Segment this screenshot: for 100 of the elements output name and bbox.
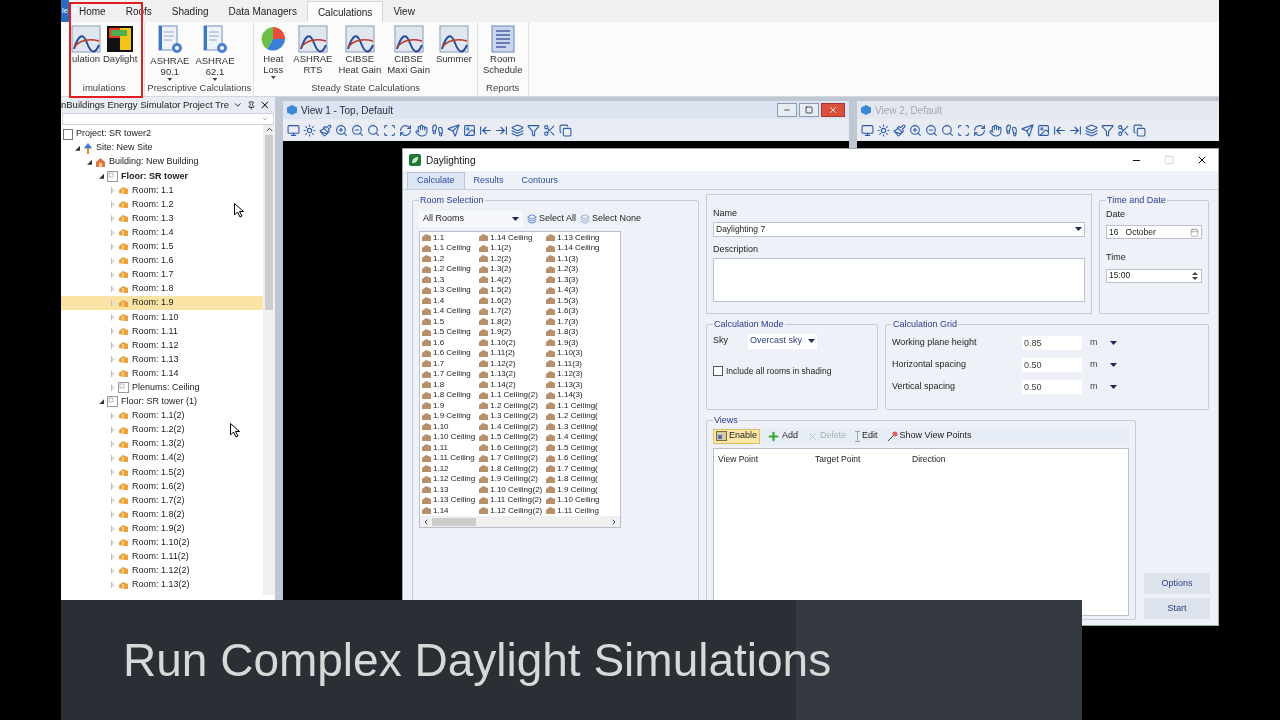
tree-item[interactable]: Room: 1.10 <box>61 310 263 325</box>
room-list-item[interactable]: 1.14 <box>422 505 476 516</box>
tree-item[interactable]: Room: 1.12(2) <box>61 563 263 578</box>
rotate-icon[interactable] <box>973 123 986 137</box>
room-list-item[interactable]: 1.7(3) <box>546 316 600 327</box>
dialog-button[interactable]: Options <box>1144 573 1210 594</box>
tree-item[interactable]: Floor: SR tower <box>61 169 263 184</box>
views-toolbar-button[interactable]: Edit <box>853 428 880 444</box>
paper-plane-icon[interactable] <box>1021 123 1034 137</box>
room-list-item[interactable]: 1.4 <box>422 295 476 306</box>
ribbon-button[interactable]: CIBSE Maxi Gain <box>384 25 433 75</box>
filter-icon[interactable] <box>527 123 540 137</box>
room-list-item[interactable]: 1.1(3) <box>546 253 600 264</box>
ribbon-button[interactable]: ASHRAE 90.1 <box>147 25 193 81</box>
room-list-item[interactable]: 1.4 Ceiling( <box>546 432 600 443</box>
tree-item[interactable]: Room: 1.13(2) <box>61 578 263 593</box>
value-field[interactable]: 0.50 <box>1022 379 1082 394</box>
room-list-item[interactable]: 1.12(3) <box>546 369 600 380</box>
room-list-item[interactable]: 1.3 Ceiling <box>422 285 476 296</box>
paper-plane-icon[interactable] <box>447 123 460 137</box>
room-list-item[interactable]: 1.2 <box>422 253 476 264</box>
search-icon[interactable] <box>941 123 954 137</box>
room-list-item[interactable]: 1.11 <box>422 442 476 453</box>
tree-item[interactable]: Room: 1.9(2) <box>61 521 263 536</box>
spinner-icon[interactable] <box>1191 270 1199 281</box>
dialog-button[interactable]: Start <box>1144 598 1210 619</box>
tree-item[interactable]: Room: 1.12 <box>61 338 263 353</box>
room-list-item[interactable]: 1.5 <box>422 316 476 327</box>
room-list-item[interactable]: 1.9 Ceiling( <box>546 484 600 495</box>
select-none-button[interactable]: Select None <box>580 211 642 226</box>
room-list-item[interactable]: 1.8 Ceiling <box>422 390 476 401</box>
ribbon-tab[interactable]: Data Managers <box>218 1 307 22</box>
tree-item[interactable]: Project: SR tower2 <box>61 127 263 142</box>
ribbon-button[interactable]: Heat Loss <box>256 25 291 79</box>
tree-item[interactable]: Room: 1.10(2) <box>61 535 263 550</box>
room-list-item[interactable]: 1.4 Ceiling(2) <box>479 421 543 432</box>
tree-item[interactable]: Room: 1.11(2) <box>61 549 263 564</box>
date-field[interactable]: 16 October <box>1106 225 1202 239</box>
column-header[interactable]: View Point <box>718 452 815 466</box>
scroll-up-icon[interactable] <box>264 125 274 134</box>
room-list-item[interactable]: 1.13 Ceiling <box>422 495 476 506</box>
tree-item[interactable]: Room: 1.6(2) <box>61 479 263 494</box>
room-list-item[interactable]: 1.10 Ceiling <box>422 432 476 443</box>
zoom-in-icon[interactable] <box>909 123 922 137</box>
column-header[interactable]: Direction <box>912 452 1009 466</box>
room-list-item[interactable]: 1.7 Ceiling( <box>546 463 600 474</box>
rooms-filter-dropdown[interactable]: All Rooms <box>419 210 523 227</box>
tree-item[interactable]: Floor: SR tower (1) <box>61 394 263 409</box>
scan-icon[interactable] <box>957 123 970 137</box>
ribbon-button[interactable]: Summer <box>432 25 475 64</box>
tree-item[interactable]: Room: 1.11 <box>61 324 263 339</box>
room-list-item[interactable]: 1.2 Ceiling(2) <box>479 400 543 411</box>
sun-icon[interactable] <box>877 123 890 137</box>
room-list-item[interactable]: 1.14 Ceiling <box>546 243 600 254</box>
room-list-item[interactable]: 1.14 Ceiling <box>479 232 543 243</box>
room-list-item[interactable]: 1.9 <box>422 400 476 411</box>
room-list-item[interactable]: 1.8 Ceiling(2) <box>479 463 543 474</box>
close-button[interactable] <box>821 103 845 117</box>
arrow-right-icon[interactable] <box>1069 123 1082 137</box>
layers-icon[interactable] <box>1085 123 1098 137</box>
scroll-left-icon[interactable] <box>422 517 430 526</box>
tree-item[interactable]: Room: 1.7 <box>61 267 263 283</box>
room-list-item[interactable]: 1.14(2) <box>479 379 543 390</box>
ribbon-button[interactable]: ASHRAE RTS <box>290 25 336 75</box>
room-list-item[interactable]: 1.14(3) <box>546 390 600 401</box>
room-list-item[interactable]: 1.5 Ceiling(2) <box>479 432 543 443</box>
file-tab[interactable]: le <box>61 0 69 22</box>
room-list-item[interactable]: 1.5(3) <box>546 295 600 306</box>
room-list-item[interactable]: 1.2(2) <box>479 253 543 264</box>
image-icon[interactable] <box>1037 123 1050 137</box>
room-list-item[interactable]: 1.1(2) <box>479 243 543 254</box>
close-icon[interactable] <box>259 99 271 111</box>
value-field[interactable]: 0.85 <box>1022 335 1082 350</box>
views-toolbar-button[interactable]: Enable <box>713 428 761 444</box>
tree-item[interactable]: Room: 1.2 <box>61 197 263 212</box>
tree-item[interactable]: Site: New Site <box>61 141 263 156</box>
filter-icon[interactable] <box>1101 123 1114 137</box>
ribbon-button[interactable]: CIBSE Heat Gain <box>335 25 385 75</box>
copy-icon[interactable] <box>559 123 572 137</box>
zoom-in-icon[interactable] <box>335 123 348 137</box>
select-all-button[interactable]: Select All <box>527 211 577 226</box>
column-header[interactable]: Target Point <box>815 452 912 466</box>
tree-item[interactable]: Room: 1.4 <box>61 225 263 240</box>
name-dropdown[interactable]: Daylighting 7 <box>713 221 1085 237</box>
ribbon-button[interactable]: ASHRAE 62.1 <box>192 25 238 81</box>
room-list-item[interactable]: 1.10 Ceiling <box>546 495 600 506</box>
dialog-tab[interactable]: Results <box>464 172 513 189</box>
dialog-tab[interactable]: Contours <box>512 172 568 189</box>
monitor-icon[interactable] <box>287 123 300 137</box>
paintbrush-icon[interactable] <box>893 123 906 137</box>
ribbon-button[interactable]: ulation <box>70 25 102 64</box>
room-list-item[interactable]: 1.13(3) <box>546 379 600 390</box>
tree-item[interactable]: Room: 1.8(2) <box>61 507 263 522</box>
room-list-item[interactable]: 1.3(3) <box>546 274 600 285</box>
room-list-item[interactable]: 1.11 Ceiling(2) <box>479 495 543 506</box>
arrow-left-icon[interactable] <box>479 123 492 137</box>
scan-icon[interactable] <box>383 123 396 137</box>
room-list-item[interactable]: 1.7(2) <box>479 306 543 317</box>
room-list-item[interactable]: 1.5 Ceiling( <box>546 442 600 453</box>
zoom-out-icon[interactable] <box>925 123 938 137</box>
